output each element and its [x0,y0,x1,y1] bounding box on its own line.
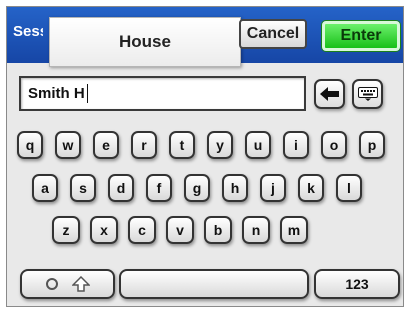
shift-key[interactable] [20,269,115,299]
key-b[interactable]: b [204,216,232,244]
key-i[interactable]: i [283,131,309,159]
key-s[interactable]: s [70,174,96,202]
key-e[interactable]: e [93,131,119,159]
keyboard-toggle-key[interactable] [352,79,383,109]
key-p[interactable]: p [359,131,385,159]
key-a[interactable]: a [32,174,58,202]
shift-arrow-icon [71,276,90,292]
text-input[interactable]: Smith H [19,76,306,111]
key-z[interactable]: z [52,216,80,244]
key-l[interactable]: l [336,174,362,202]
key-u[interactable]: u [245,131,271,159]
circle-icon [45,278,58,290]
input-value: Smith H [28,85,85,102]
key-t[interactable]: t [169,131,195,159]
key-c[interactable]: c [128,216,156,244]
key-k[interactable]: k [298,174,324,202]
key-d[interactable]: d [108,174,134,202]
key-h[interactable]: h [222,174,248,202]
key-x[interactable]: x [90,216,118,244]
key-o[interactable]: o [321,131,347,159]
key-y[interactable]: y [207,131,233,159]
key-g[interactable]: g [184,174,210,202]
key-n[interactable]: n [242,216,270,244]
keyboard-screen: Session House Cancel Enter Smith H [6,6,404,307]
left-arrow-icon [319,87,339,101]
key-r[interactable]: r [131,131,157,159]
cancel-button[interactable]: Cancel [239,19,307,49]
page-title: House [49,17,241,67]
numbers-key[interactable]: 123 [314,269,400,299]
session-label: Session [13,23,43,40]
enter-button[interactable]: Enter [322,21,400,51]
key-f[interactable]: f [146,174,172,202]
keyboard-icon [357,87,378,101]
key-j[interactable]: j [260,174,286,202]
key-v[interactable]: v [166,216,194,244]
key-q[interactable]: q [17,131,43,159]
text-caret [86,84,88,103]
space-key[interactable] [119,269,309,299]
backspace-key[interactable] [314,79,345,109]
key-m[interactable]: m [280,216,308,244]
key-w[interactable]: w [55,131,81,159]
